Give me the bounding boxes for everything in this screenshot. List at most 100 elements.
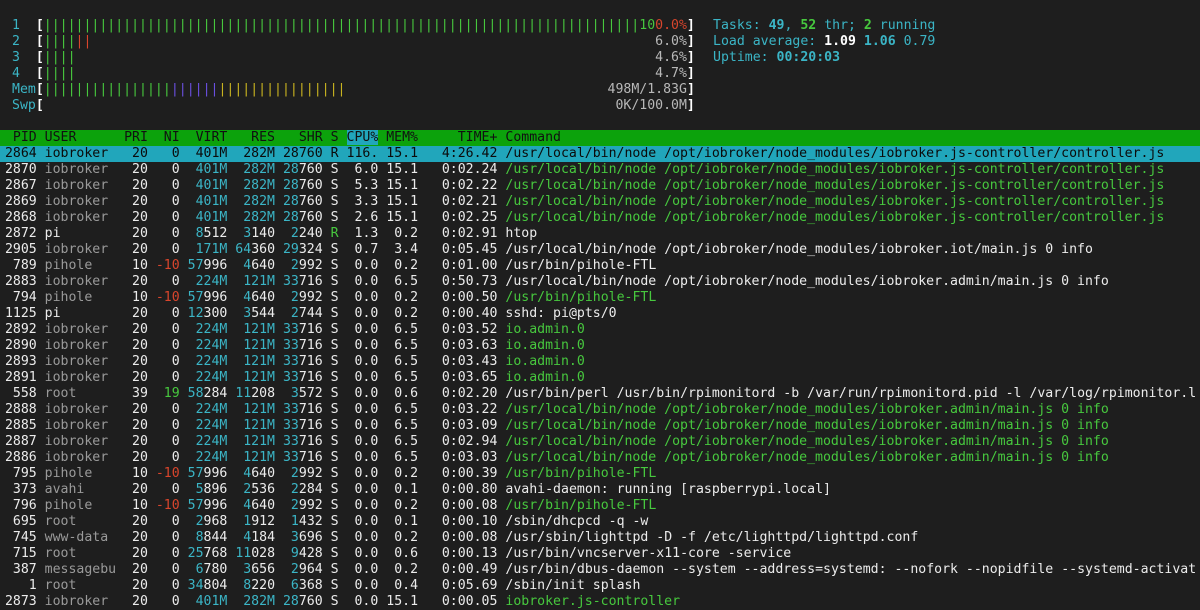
process-row[interactable]: 2864 iobroker 20 0 401M 282M 28760 R 116…	[0, 146, 1200, 162]
process-row[interactable]: 794 pihole 10 -10 57996 4640 2992 S 0.0 …	[0, 290, 1200, 306]
cpu-time: 0:05.45	[425, 242, 498, 257]
shr-high: 2	[282, 306, 299, 321]
pid: 794	[0, 290, 37, 305]
column-header-shr[interactable]: SHR	[283, 130, 323, 145]
process-row[interactable]: 1 root 20 0 34804 8220 6368 S 0.0 0.4 0:…	[0, 578, 1200, 594]
process-row[interactable]: 2868 iobroker 20 0 401M 282M 28760 S 2.6…	[0, 210, 1200, 226]
column-header-user[interactable]: USER	[45, 130, 116, 145]
cpu-percent: 0.0	[346, 434, 379, 449]
cpu-time: 0:00.80	[426, 482, 498, 497]
column-header-s[interactable]: S	[331, 130, 339, 145]
column-header-res[interactable]: RES	[235, 130, 275, 145]
process-list[interactable]: 2864 iobroker 20 0 401M 282M 28760 R 116…	[0, 146, 1200, 610]
process-row[interactable]: 2869 iobroker 20 0 401M 282M 28760 S 3.3…	[0, 194, 1200, 210]
virt-high: 6	[187, 562, 204, 577]
priority: 20	[124, 370, 148, 385]
pid: 2883	[0, 274, 37, 289]
column-header-cpu[interactable]: CPU%	[346, 130, 379, 145]
cpu-percent: 0.0	[346, 482, 379, 497]
user: iobroker	[44, 450, 117, 465]
meter-bar	[76, 50, 656, 65]
process-row[interactable]: 2873 iobroker 20 0 401M 282M 28760 S 0.0…	[0, 594, 1200, 610]
mem-percent: 15.1	[386, 162, 419, 177]
process-row[interactable]: 2887 iobroker 20 0 224M 121M 33716 S 0.0…	[0, 434, 1200, 450]
process-row[interactable]: 2867 iobroker 20 0 401M 282M 28760 S 5.3…	[0, 178, 1200, 194]
shr-low: 992	[298, 498, 323, 513]
shr-low: 716	[298, 402, 323, 417]
process-row[interactable]: 2888 iobroker 20 0 224M 121M 33716 S 0.0…	[0, 402, 1200, 418]
process-row[interactable]: 2905 iobroker 20 0 171M 64360 29324 S 0.…	[0, 242, 1200, 258]
process-row[interactable]: 715 root 20 0 25768 11028 9428 S 0.0 0.6…	[0, 546, 1200, 562]
res-high: 3	[235, 562, 252, 577]
pid: 2887	[0, 434, 37, 449]
shr-high: 28	[282, 178, 299, 193]
user: iobroker	[44, 146, 117, 161]
command: /sbin/dhcpcd -q -w	[505, 514, 649, 529]
nice: 0	[155, 530, 180, 545]
command: avahi-daemon: running [raspberrypi.local…	[505, 482, 831, 497]
process-row[interactable]: 387 messagebu 20 0 6780 3656 2964 S 0.0 …	[0, 562, 1200, 578]
shr-high: 33	[282, 322, 299, 337]
process-row[interactable]: 2891 iobroker 20 0 224M 121M 33716 S 0.0…	[0, 370, 1200, 386]
virt: 224M	[187, 322, 228, 337]
column-header-virt[interactable]: VIRT	[188, 130, 228, 145]
priority: 20	[124, 338, 148, 353]
user: root	[44, 386, 117, 401]
nice: 0	[155, 274, 180, 289]
cpu-time: 0:02.22	[425, 178, 498, 193]
shr-high: 33	[282, 338, 299, 353]
process-row[interactable]: 745 www-data 20 0 8844 4184 3696 S 0.0 0…	[0, 530, 1200, 546]
shr-high: 29	[282, 242, 299, 257]
cpu-time: 0:02.21	[425, 194, 498, 209]
command: /sbin/init splash	[505, 578, 641, 593]
meter-label: 2	[12, 34, 36, 49]
priority: 20	[124, 514, 148, 529]
process-row[interactable]: 796 pihole 10 -10 57996 4640 2992 S 0.0 …	[0, 498, 1200, 514]
nice: 0	[155, 578, 180, 593]
state: S	[330, 530, 339, 545]
process-row[interactable]: 2870 iobroker 20 0 401M 282M 28760 S 6.0…	[0, 162, 1200, 178]
process-row[interactable]: 2885 iobroker 20 0 224M 121M 33716 S 0.0…	[0, 418, 1200, 434]
shr-low: 368	[298, 578, 323, 593]
cpu-time: 0:02.94	[425, 434, 498, 449]
shr-low: 284	[298, 482, 323, 497]
cpu-percent: 5.3	[346, 178, 379, 193]
meter-label: 3	[12, 50, 36, 65]
shr-low: 760	[298, 194, 323, 209]
process-row[interactable]: 1125 pi 20 0 12300 3544 2744 S 0.0 0.2 0…	[0, 306, 1200, 322]
command: /usr/local/bin/node /opt/iobroker/node_m…	[505, 434, 1109, 449]
process-row[interactable]: 695 root 20 0 2968 1912 1432 S 0.0 0.1 0…	[0, 514, 1200, 530]
mem-percent: 0.2	[386, 530, 419, 545]
process-row[interactable]: 2886 iobroker 20 0 224M 121M 33716 S 0.0…	[0, 450, 1200, 466]
virt: 224M	[187, 370, 228, 385]
meter-bar	[44, 98, 616, 113]
cpu-percent: 0.0	[346, 514, 379, 529]
meter-bar: ||||	[43, 66, 76, 81]
shr-high: 33	[282, 370, 299, 385]
meter-bracket-close: ]	[686, 50, 695, 65]
res: 282M	[235, 194, 275, 209]
cpu-percent: 0.0	[346, 594, 379, 609]
pid: 2867	[0, 178, 37, 193]
process-row[interactable]: 789 pihole 10 -10 57996 4640 2992 S 0.0 …	[0, 258, 1200, 274]
column-header-pid[interactable]: PID	[0, 130, 37, 145]
column-header-command[interactable]: Command	[505, 130, 561, 145]
column-header-pri[interactable]: PRI	[124, 130, 148, 145]
cpu-time: 0:03.22	[425, 402, 498, 417]
priority: 10	[124, 258, 148, 273]
shr-low: 716	[298, 370, 323, 385]
process-row[interactable]: 2893 iobroker 20 0 224M 121M 33716 S 0.0…	[0, 354, 1200, 370]
column-header-mem[interactable]: MEM%	[386, 130, 418, 145]
nice: 0	[155, 594, 180, 609]
process-row[interactable]: 2892 iobroker 20 0 224M 121M 33716 S 0.0…	[0, 322, 1200, 338]
process-row[interactable]: 795 pihole 10 -10 57996 4640 2992 S 0.0 …	[0, 466, 1200, 482]
process-row[interactable]: 2890 iobroker 20 0 224M 121M 33716 S 0.0…	[0, 338, 1200, 354]
process-row[interactable]: 2872 pi 20 0 8512 3140 2240 R 1.3 0.2 0:…	[0, 226, 1200, 242]
process-row[interactable]: 558 root 39 19 58284 11208 3572 S 0.0 0.…	[0, 386, 1200, 402]
process-row[interactable]: 373 avahi 20 0 5896 2536 2284 S 0.0 0.1 …	[0, 482, 1200, 498]
meter-bar	[346, 82, 608, 97]
process-row[interactable]: 2883 iobroker 20 0 224M 121M 33716 S 0.0…	[0, 274, 1200, 290]
state: S	[330, 514, 339, 529]
column-header-time[interactable]: TIME+	[426, 130, 498, 145]
column-header-ni[interactable]: NI	[156, 130, 180, 145]
